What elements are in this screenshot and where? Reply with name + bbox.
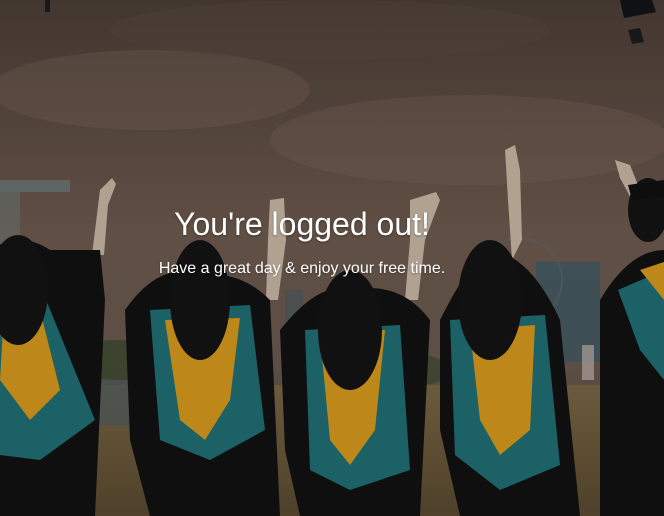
- logged-out-subtitle: Have a great day & enjoy your free time.: [158, 260, 446, 277]
- logged-out-title: You're logged out!: [174, 206, 430, 242]
- logged-out-screen: You're logged out! Have a great day & en…: [0, 0, 664, 516]
- dark-overlay: [0, 0, 664, 516]
